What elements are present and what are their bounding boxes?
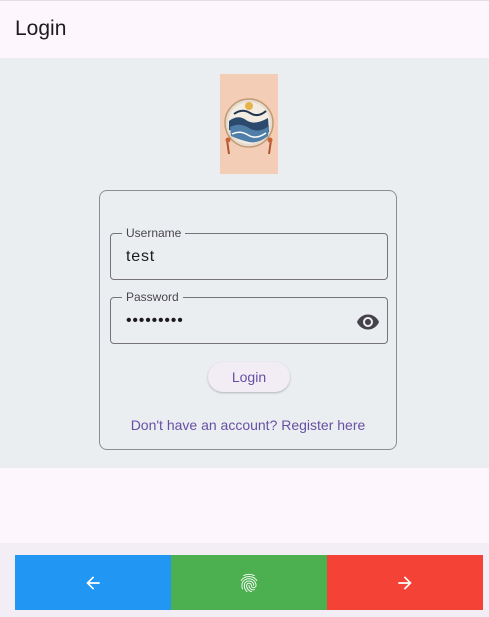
bottom-navigation (0, 543, 489, 617)
login-card: Username Password Login Don't have an ac… (99, 190, 397, 450)
app-logo (220, 74, 278, 174)
arrow-right-icon (398, 575, 412, 590)
login-button[interactable]: Login (208, 362, 290, 392)
back-button[interactable] (15, 555, 171, 610)
login-body: Username Password Login Don't have an ac… (0, 58, 489, 468)
fingerprint-icon (240, 573, 258, 592)
page-title: Login (15, 17, 67, 40)
username-input[interactable] (126, 248, 326, 266)
arrow-left-icon (86, 575, 100, 590)
password-field[interactable]: Password (110, 290, 388, 344)
forward-button[interactable] (327, 555, 483, 610)
fingerprint-button[interactable] (171, 555, 327, 610)
app-bar: Login (0, 1, 489, 58)
password-label: Password (122, 290, 183, 304)
register-link[interactable]: Don't have an account? Register here (100, 417, 396, 433)
username-field[interactable]: Username (110, 226, 388, 280)
password-input[interactable] (126, 312, 326, 330)
username-label: Username (122, 226, 186, 240)
logo-artwork (220, 74, 278, 174)
eye-icon[interactable] (356, 310, 380, 334)
